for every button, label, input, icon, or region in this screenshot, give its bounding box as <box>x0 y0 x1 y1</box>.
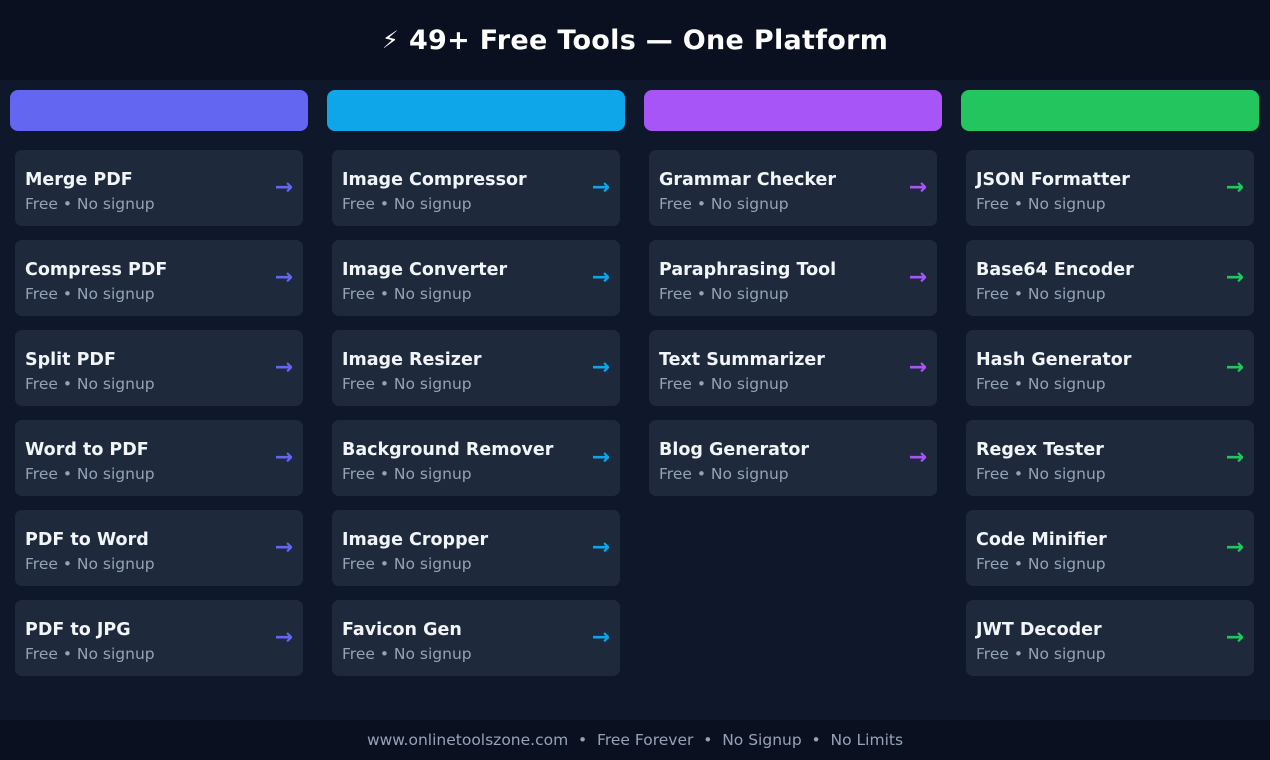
tool-name: Regex Tester <box>976 440 1104 460</box>
tool-column-2: Image Compressor Free • No signup → Image C… <box>327 90 625 676</box>
tool-subtitle: Free • No signup <box>342 555 472 573</box>
tool-name: Image Resizer <box>342 350 482 370</box>
tool-name: Split PDF <box>25 350 116 370</box>
tool-card[interactable]: Code Minifier Free • No signup → <box>966 510 1254 586</box>
tool-card[interactable]: Blog Generator Free • No signup → <box>649 420 937 496</box>
tool-name: Base64 Encoder <box>976 260 1134 280</box>
tool-card[interactable]: Base64 Encoder Free • No signup → <box>966 240 1254 316</box>
arrow-right-icon: → <box>274 535 293 560</box>
tool-card[interactable]: Grammar Checker Free • No signup → <box>649 150 937 226</box>
tool-columns: Merge PDF Free • No signup → Compress PDF Fr… <box>0 0 1270 760</box>
tool-card[interactable]: Split PDF Free • No signup → <box>15 330 303 406</box>
tool-subtitle: Free • No signup <box>659 285 789 303</box>
tool-column-4: JSON Formatter Free • No signup → Base64 En… <box>961 90 1259 676</box>
tool-name: PDF to JPG <box>25 620 131 640</box>
arrow-right-icon: → <box>1225 265 1244 290</box>
tool-name: Text Summarizer <box>659 350 825 370</box>
tool-card[interactable]: Background Remover Free • No signup → <box>332 420 620 496</box>
arrow-right-icon: → <box>274 625 293 650</box>
tool-name: Favicon Gen <box>342 620 462 640</box>
tool-subtitle: Free • No signup <box>976 645 1106 663</box>
tool-card[interactable]: JWT Decoder Free • No signup → <box>966 600 1254 676</box>
column-header-bar <box>961 90 1259 131</box>
arrow-right-icon: → <box>274 445 293 470</box>
tool-subtitle: Free • No signup <box>25 285 155 303</box>
tool-subtitle: Free • No signup <box>25 465 155 483</box>
tool-subtitle: Free • No signup <box>659 465 789 483</box>
arrow-right-icon: → <box>1225 175 1244 200</box>
column-header-bar <box>644 90 942 131</box>
tool-subtitle: Free • No signup <box>659 375 789 393</box>
arrow-right-icon: → <box>1225 535 1244 560</box>
tool-subtitle: Free • No signup <box>342 195 472 213</box>
tool-name: Word to PDF <box>25 440 149 460</box>
tool-name: Code Minifier <box>976 530 1107 550</box>
column-header-bar <box>327 90 625 131</box>
arrow-right-icon: → <box>1225 445 1244 470</box>
tool-card[interactable]: Regex Tester Free • No signup → <box>966 420 1254 496</box>
tool-subtitle: Free • No signup <box>25 195 155 213</box>
arrow-right-icon: → <box>591 445 610 470</box>
arrow-right-icon: → <box>591 535 610 560</box>
tool-card[interactable]: Favicon Gen Free • No signup → <box>332 600 620 676</box>
arrow-right-icon: → <box>274 265 293 290</box>
tool-subtitle: Free • No signup <box>659 195 789 213</box>
tool-subtitle: Free • No signup <box>976 465 1106 483</box>
tool-subtitle: Free • No signup <box>976 195 1106 213</box>
tool-name: Compress PDF <box>25 260 168 280</box>
tool-subtitle: Free • No signup <box>976 375 1106 393</box>
tool-subtitle: Free • No signup <box>342 645 472 663</box>
page-footer: www.onlinetoolszone.com • Free Forever •… <box>0 720 1270 760</box>
arrow-right-icon: → <box>274 175 293 200</box>
tool-card[interactable]: Word to PDF Free • No signup → <box>15 420 303 496</box>
tool-name: Hash Generator <box>976 350 1132 370</box>
tool-card[interactable]: PDF to Word Free • No signup → <box>15 510 303 586</box>
tool-subtitle: Free • No signup <box>25 645 155 663</box>
tool-subtitle: Free • No signup <box>342 375 472 393</box>
arrow-right-icon: → <box>908 355 927 380</box>
tool-name: Background Remover <box>342 440 554 460</box>
tool-card[interactable]: Image Cropper Free • No signup → <box>332 510 620 586</box>
tool-name: Blog Generator <box>659 440 809 460</box>
tool-name: Image Converter <box>342 260 508 280</box>
tool-subtitle: Free • No signup <box>342 465 472 483</box>
tool-column-1: Merge PDF Free • No signup → Compress PDF Fr… <box>10 90 308 676</box>
tool-subtitle: Free • No signup <box>25 375 155 393</box>
tool-card[interactable]: Image Resizer Free • No signup → <box>332 330 620 406</box>
tool-name: JSON Formatter <box>976 170 1130 190</box>
tool-card[interactable]: Hash Generator Free • No signup → <box>966 330 1254 406</box>
tool-subtitle: Free • No signup <box>976 285 1106 303</box>
tool-card[interactable]: PDF to JPG Free • No signup → <box>15 600 303 676</box>
arrow-right-icon: → <box>908 265 927 290</box>
arrow-right-icon: → <box>274 355 293 380</box>
tool-name: Merge PDF <box>25 170 133 190</box>
tool-card[interactable]: Paraphrasing Tool Free • No signup → <box>649 240 937 316</box>
tool-name: JWT Decoder <box>976 620 1102 640</box>
tool-card[interactable]: Compress PDF Free • No signup → <box>15 240 303 316</box>
tool-column-3: Grammar Checker Free • No signup → Paraphra… <box>644 90 942 496</box>
tool-card[interactable]: Text Summarizer Free • No signup → <box>649 330 937 406</box>
tool-card[interactable]: Merge PDF Free • No signup → <box>15 150 303 226</box>
arrow-right-icon: → <box>1225 355 1244 380</box>
tool-subtitle: Free • No signup <box>25 555 155 573</box>
tool-subtitle: Free • No signup <box>976 555 1106 573</box>
arrow-right-icon: → <box>591 355 610 380</box>
tool-name: Paraphrasing Tool <box>659 260 837 280</box>
arrow-right-icon: → <box>591 265 610 290</box>
tool-card[interactable]: Image Converter Free • No signup → <box>332 240 620 316</box>
arrow-right-icon: → <box>1225 625 1244 650</box>
column-header-bar <box>10 90 308 131</box>
arrow-right-icon: → <box>908 175 927 200</box>
arrow-right-icon: → <box>908 445 927 470</box>
tool-name: Grammar Checker <box>659 170 837 190</box>
arrow-right-icon: → <box>591 175 610 200</box>
tool-name: Image Compressor <box>342 170 527 190</box>
tool-card[interactable]: JSON Formatter Free • No signup → <box>966 150 1254 226</box>
tool-name: Image Cropper <box>342 530 489 550</box>
tool-subtitle: Free • No signup <box>342 285 472 303</box>
arrow-right-icon: → <box>591 625 610 650</box>
tool-name: PDF to Word <box>25 530 149 550</box>
tool-card[interactable]: Image Compressor Free • No signup → <box>332 150 620 226</box>
